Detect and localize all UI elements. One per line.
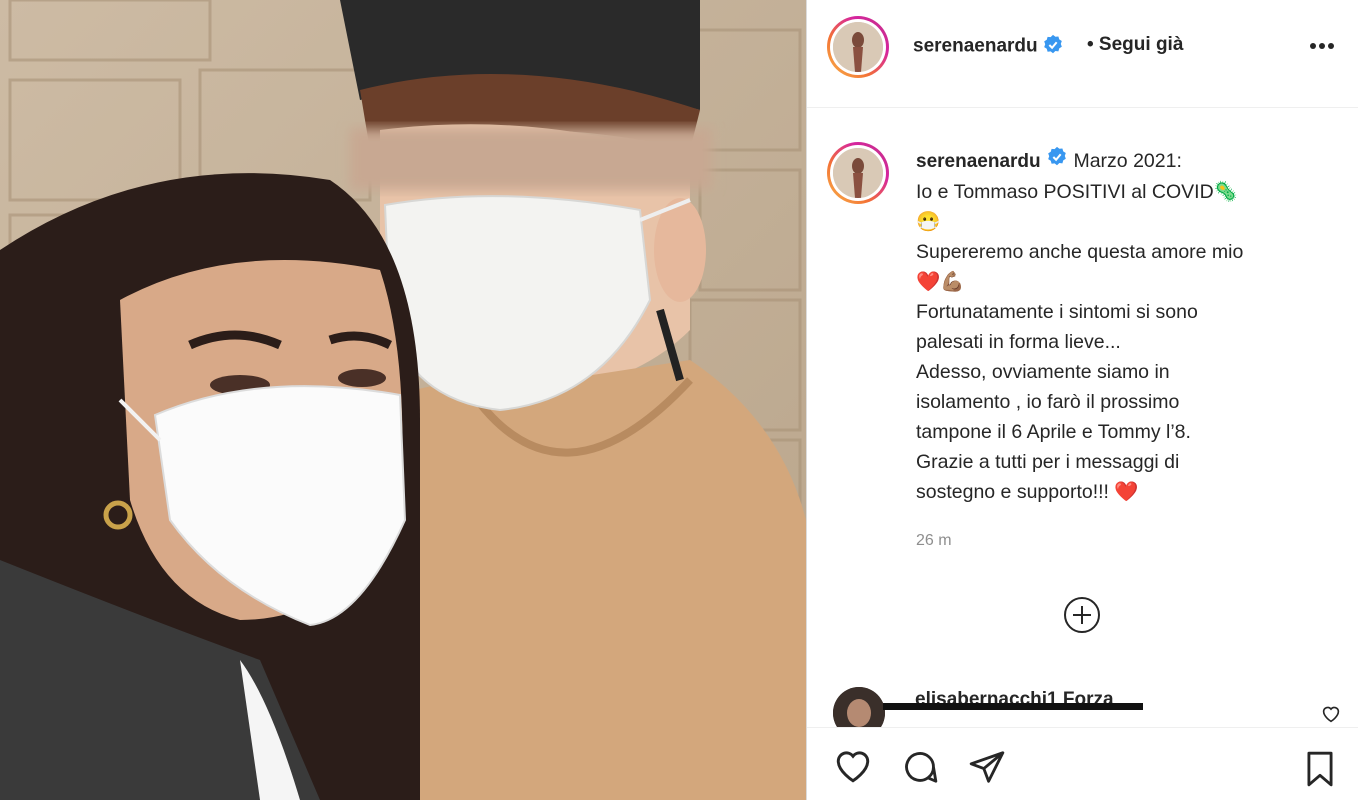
- comment-item: elisabernacchi1 Forza: [833, 683, 1353, 727]
- heart-icon[interactable]: [833, 748, 873, 789]
- commenter-avatar[interactable]: [833, 687, 885, 727]
- comment-icon[interactable]: [901, 748, 939, 791]
- caption-line: palesati in forma lieve...: [916, 331, 1121, 354]
- verified-badge-icon: [1046, 146, 1068, 177]
- author-avatar[interactable]: [827, 16, 889, 78]
- post-side-panel: serenaenardu • Segui già serenaenardu Ma…: [806, 0, 1358, 800]
- post-actions-bar: [807, 727, 1358, 801]
- caption-line: isolamento , io farò il prossimo: [916, 391, 1180, 414]
- caption-author-avatar[interactable]: [827, 142, 889, 204]
- redaction-bar: [883, 703, 1143, 710]
- more-options-icon[interactable]: [1307, 36, 1337, 56]
- heart-icon[interactable]: [1321, 705, 1341, 727]
- caption-line: Fortunatamente i sintomi si sono: [916, 301, 1198, 324]
- post-header: serenaenardu • Segui già: [807, 0, 1358, 108]
- caption-username[interactable]: serenaenardu: [916, 151, 1041, 172]
- post-photo[interactable]: [0, 0, 806, 800]
- caption-line: Supereremo anche questa amore mio: [916, 241, 1244, 264]
- follow-button[interactable]: • Segui già: [1087, 34, 1183, 56]
- plus-circle-icon[interactable]: [1063, 596, 1101, 634]
- caption-line: ❤️💪🏽: [916, 271, 965, 294]
- post-timestamp[interactable]: 26 m: [916, 532, 952, 550]
- caption-line: sostegno e supporto!!! ❤️: [916, 481, 1139, 504]
- caption-line: Marzo 2021:: [1073, 150, 1182, 172]
- share-icon[interactable]: [967, 748, 1007, 791]
- bookmark-icon[interactable]: [1301, 748, 1339, 795]
- author-username[interactable]: serenaenardu: [913, 36, 1038, 57]
- post-caption: serenaenardu Marzo 2021: Io e Tommaso PO…: [916, 146, 1336, 507]
- caption-line: Adesso, ovviamente siamo in: [916, 361, 1170, 384]
- caption-line: Io e Tommaso POSITIVI al COVID🦠: [916, 181, 1238, 204]
- caption-line: tampone il 6 Aprile e Tommy l’8.: [916, 421, 1191, 444]
- caption-line: 😷: [916, 211, 941, 234]
- verified-badge-icon: [1042, 34, 1064, 61]
- caption-line: Grazie a tutti per i messaggi di: [916, 451, 1180, 474]
